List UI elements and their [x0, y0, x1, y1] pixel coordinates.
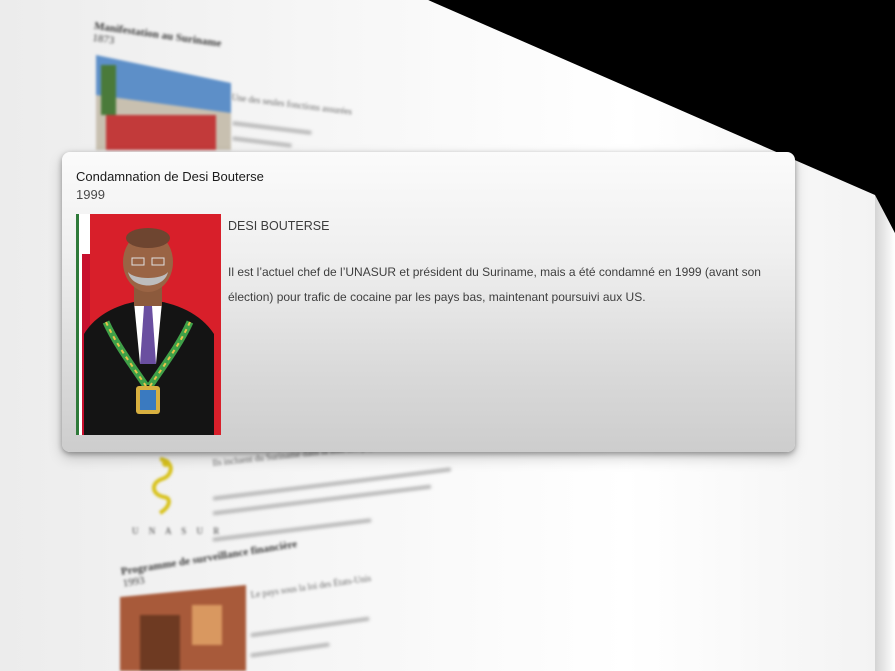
event-heading: DESI BOUTERSE: [228, 219, 330, 233]
unasur-logo-text: U N A S U R: [132, 526, 224, 536]
event-description: Il est l’actuel chef de l’UNASUR et prés…: [228, 265, 761, 304]
unasur-logo-icon: [140, 455, 188, 521]
background-event-photo: [96, 55, 231, 154]
event-title: Condamnation de Desi Bouterse: [76, 169, 264, 184]
portrait-photo: [76, 214, 221, 435]
wall-edge: [875, 195, 895, 671]
event-year: 1999: [76, 187, 105, 202]
background-event-photo: [120, 585, 246, 671]
event-detail-card[interactable]: Condamnation de Desi Bouterse 1999 DESI …: [62, 152, 795, 452]
